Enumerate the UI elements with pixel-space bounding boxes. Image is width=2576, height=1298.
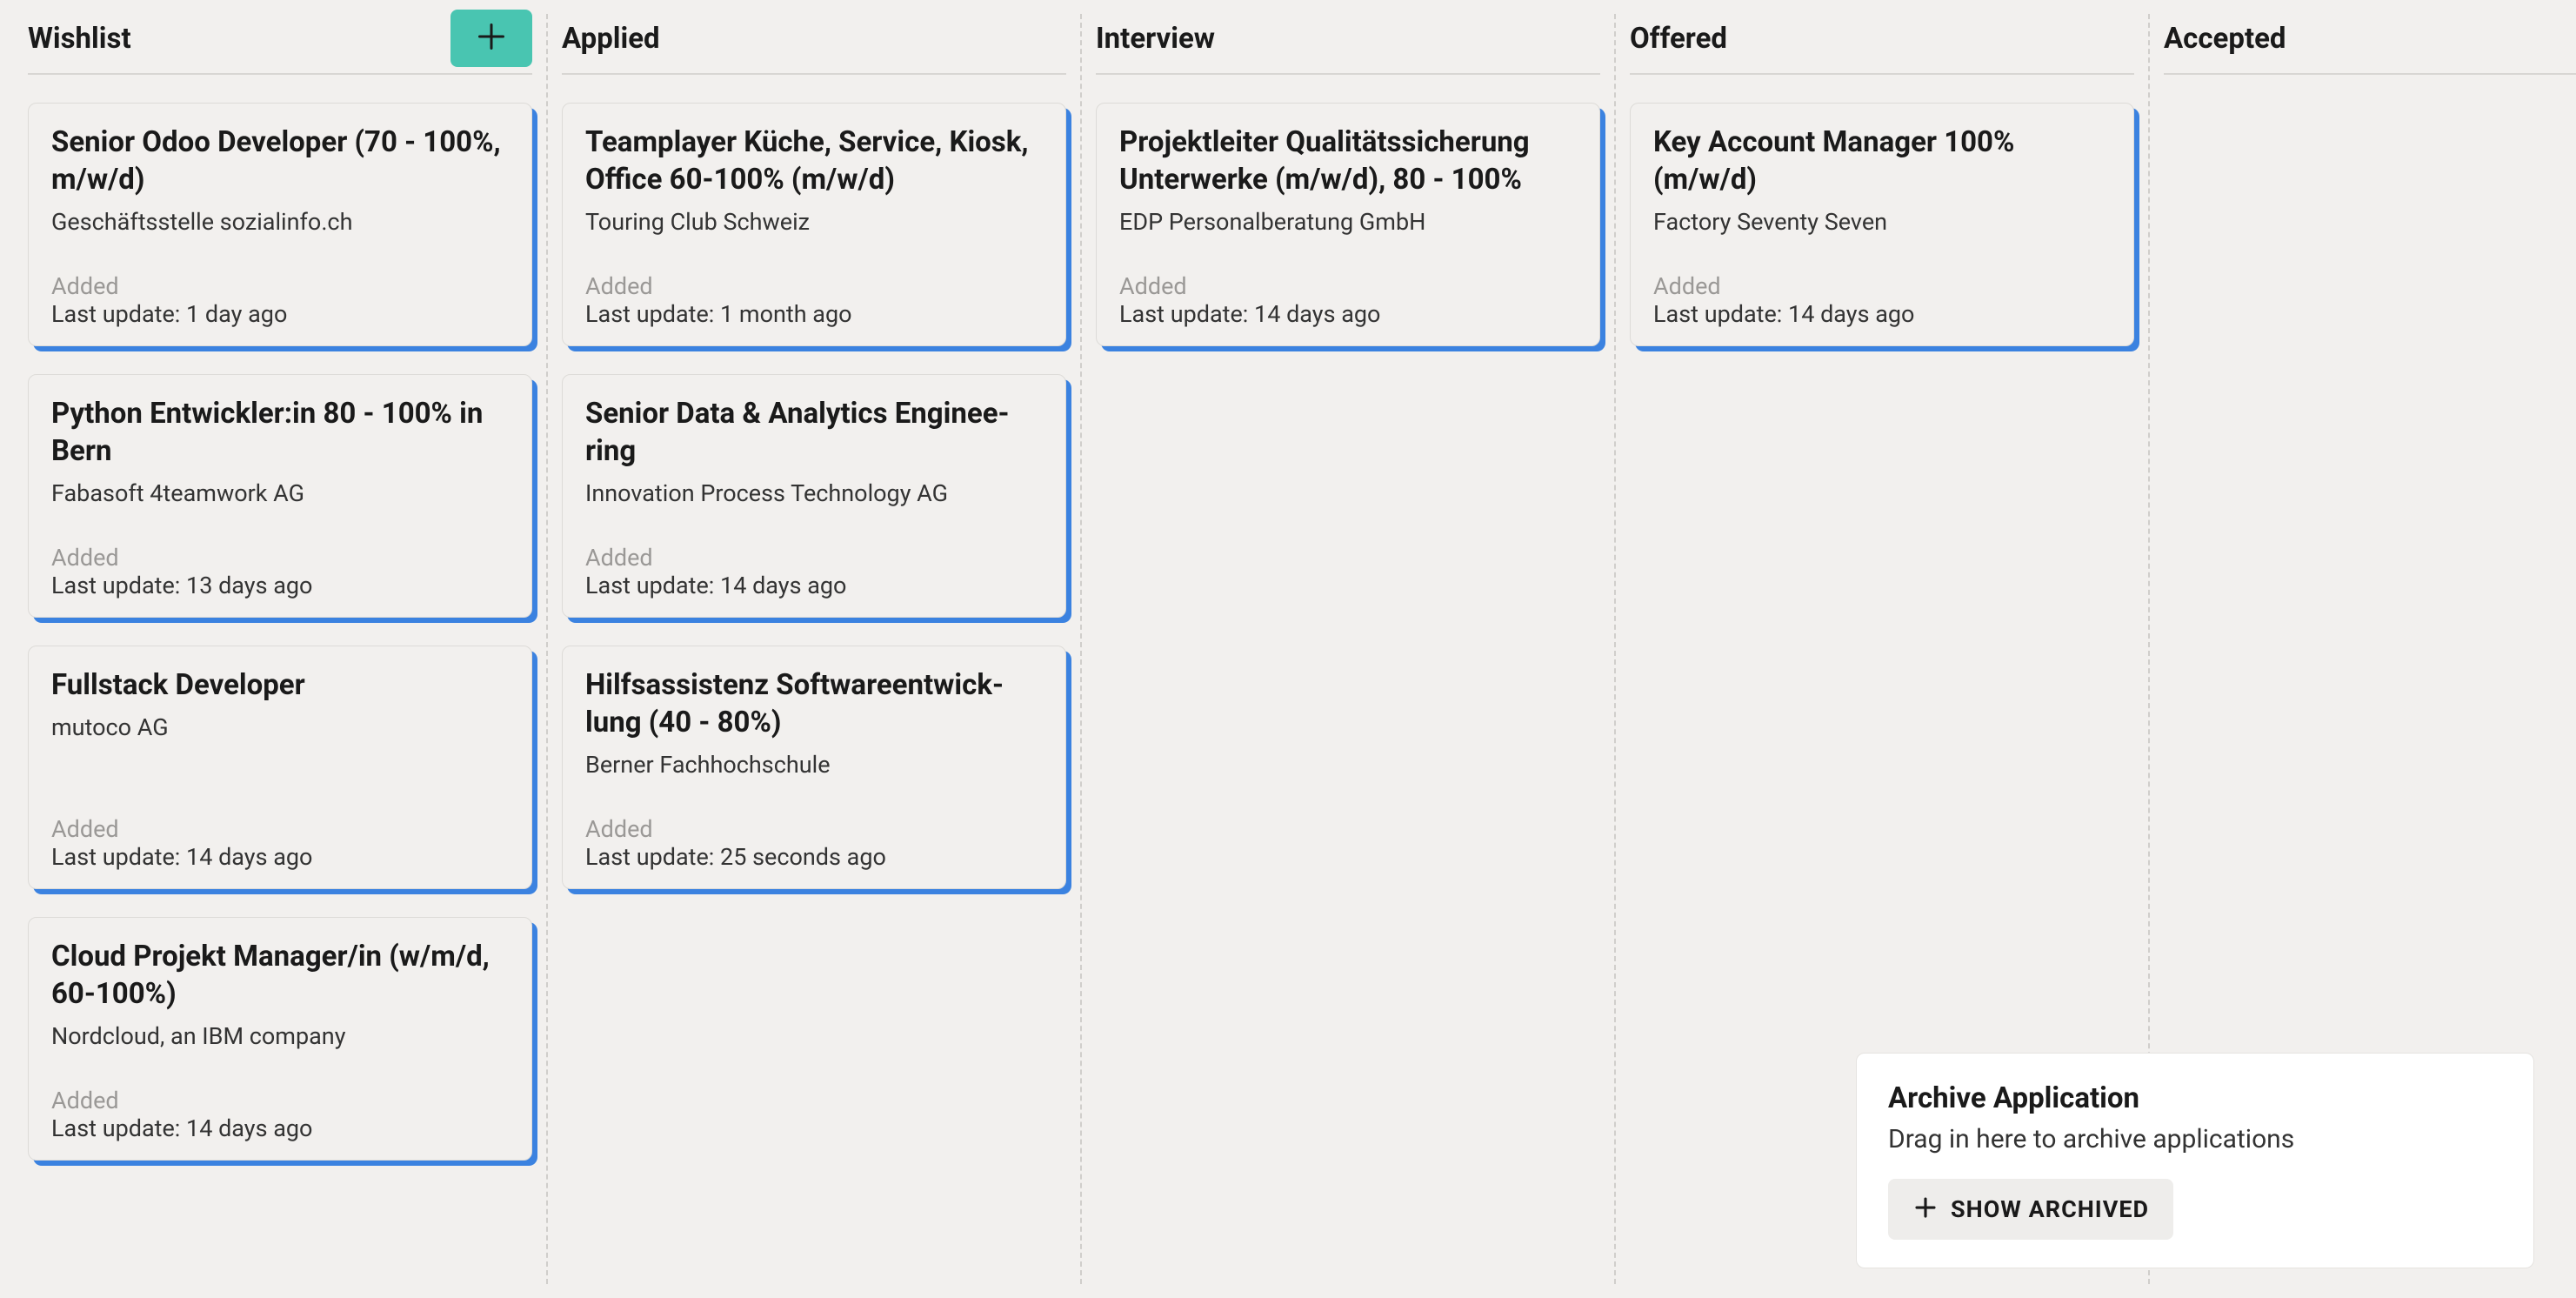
- card-top: Senior Data & Analytics Enginee­ring Inno…: [585, 396, 1043, 507]
- archive-title: Archive Application: [1888, 1081, 2502, 1115]
- card-bottom: AddedLast update: 13 days ago: [51, 544, 509, 599]
- card-bottom: AddedLast update: 1 month ago: [585, 272, 1043, 328]
- card-added-label: Added: [1119, 272, 1577, 300]
- card-title: Python Entwickler:in 80 - 100% in Bern: [51, 396, 509, 471]
- archive-dropzone[interactable]: Archive Application Drag in here to arch…: [1856, 1053, 2534, 1268]
- card-title: Teamplayer Küche, Service, Ki­osk, Offic…: [585, 124, 1043, 199]
- job-card[interactable]: Fullstack Developer mutoco AG AddedLast up…: [28, 646, 532, 889]
- card-company: Nordcloud, an IBM company: [51, 1022, 509, 1050]
- card-bottom: AddedLast update: 14 days ago: [51, 1087, 509, 1142]
- card-bottom: AddedLast update: 1 day ago: [51, 272, 509, 328]
- card-top: Fullstack Developer mutoco AG: [51, 667, 509, 741]
- card-added-label: Added: [585, 272, 1043, 300]
- card-bottom: AddedLast update: 14 days ago: [51, 815, 509, 871]
- card-updated-label: Last update: 14 days ago: [585, 572, 1043, 599]
- card-company: Geschäftsstelle sozialinfo.ch: [51, 208, 509, 236]
- card-bottom: AddedLast update: 14 days ago: [1119, 272, 1577, 328]
- card-added-label: Added: [51, 272, 509, 300]
- card-updated-label: Last update: 14 days ago: [1653, 300, 2111, 328]
- card-bottom: AddedLast update: 14 days ago: [585, 544, 1043, 599]
- card-updated-label: Last update: 14 days ago: [51, 1114, 509, 1142]
- card-company: Touring Club Schweiz: [585, 208, 1043, 236]
- plus-icon: [1912, 1194, 1939, 1224]
- column-title: Offered: [1630, 22, 1727, 56]
- card-updated-label: Last update: 25 seconds ago: [585, 843, 1043, 871]
- archive-hint: Drag in here to archive applications: [1888, 1124, 2502, 1154]
- card-updated-label: Last update: 14 days ago: [51, 843, 509, 871]
- card-updated-label: Last update: 14 days ago: [1119, 300, 1577, 328]
- card-updated-label: Last update: 1 month ago: [585, 300, 1043, 328]
- column-header: Accepted: [2164, 14, 2576, 75]
- card-top: Cloud Projekt Manager/in (w/m/d, 60-100%…: [51, 939, 509, 1050]
- card-updated-label: Last update: 13 days ago: [51, 572, 509, 599]
- column-header: Wishlist: [28, 14, 532, 75]
- job-card[interactable]: Senior Odoo Developer (70 - 100%, m/w/d)…: [28, 103, 532, 346]
- card-title: Projektleiter Qualitätssicherung Unterwe…: [1119, 124, 1577, 199]
- job-card[interactable]: Cloud Projekt Manager/in (w/m/d, 60-100%…: [28, 917, 532, 1161]
- card-updated-label: Last update: 1 day ago: [51, 300, 509, 328]
- card-bottom: AddedLast update: 25 seconds ago: [585, 815, 1043, 871]
- card-company: Fabasoft 4teamwork AG: [51, 479, 509, 507]
- column-header: Applied: [562, 14, 1066, 75]
- show-archived-label: SHOW ARCHIVED: [1951, 1195, 2149, 1223]
- column-title: Interview: [1096, 22, 1215, 56]
- card-added-label: Added: [51, 815, 509, 843]
- job-card[interactable]: Hilfsassistenz Softwareentwick­lung (40 …: [562, 646, 1066, 889]
- card-added-label: Added: [585, 815, 1043, 843]
- plus-icon: [476, 21, 507, 56]
- column-wishlist: Wishlist Senior Odoo Developer (70 - 100%…: [14, 14, 548, 1284]
- card-company: Berner Fachhochschule: [585, 751, 1043, 779]
- card-company: Innovation Process Technology AG: [585, 479, 1043, 507]
- column-header: Offered: [1630, 14, 2134, 75]
- column-header: Interview: [1096, 14, 1600, 75]
- card-top: Key Account Manager 100% (m/w/d) Factory …: [1653, 124, 2111, 236]
- show-archived-button[interactable]: SHOW ARCHIVED: [1888, 1179, 2173, 1240]
- cards-list: Projektleiter Qualitätssicherung Unterwe…: [1096, 103, 1600, 346]
- card-added-label: Added: [51, 544, 509, 572]
- job-card[interactable]: Projektleiter Qualitätssicherung Unterwe…: [1096, 103, 1600, 346]
- column-interview: Interview Projektleiter Qualitätssicherun…: [1082, 14, 1616, 1284]
- job-card[interactable]: Senior Data & Analytics Enginee­ring Inno…: [562, 374, 1066, 618]
- card-company: Factory Seventy Seven: [1653, 208, 2111, 236]
- job-card[interactable]: Python Entwickler:in 80 - 100% in Bern Fa…: [28, 374, 532, 618]
- add-card-button[interactable]: [450, 10, 532, 67]
- job-card[interactable]: Teamplayer Küche, Service, Ki­osk, Offic…: [562, 103, 1066, 346]
- card-added-label: Added: [1653, 272, 2111, 300]
- job-card[interactable]: Key Account Manager 100% (m/w/d) Factory …: [1630, 103, 2134, 346]
- column-applied: Applied Teamplayer Küche, Service, Ki­osk…: [548, 14, 1082, 1284]
- cards-list: Key Account Manager 100% (m/w/d) Factory …: [1630, 103, 2134, 346]
- card-title: Fullstack Developer: [51, 667, 509, 705]
- column-title: Applied: [562, 22, 660, 56]
- card-added-label: Added: [51, 1087, 509, 1114]
- cards-list: Teamplayer Küche, Service, Ki­osk, Offic…: [562, 103, 1066, 889]
- card-top: Teamplayer Küche, Service, Ki­osk, Offic…: [585, 124, 1043, 236]
- card-added-label: Added: [585, 544, 1043, 572]
- card-company: mutoco AG: [51, 713, 509, 741]
- column-title: Wishlist: [28, 22, 131, 56]
- card-top: Projektleiter Qualitätssicherung Unterwe…: [1119, 124, 1577, 236]
- card-top: Python Entwickler:in 80 - 100% in Bern Fa…: [51, 396, 509, 507]
- cards-list: Senior Odoo Developer (70 - 100%, m/w/d)…: [28, 103, 532, 1161]
- card-company: EDP Personalberatung GmbH: [1119, 208, 1577, 236]
- card-title: Cloud Projekt Manager/in (w/m/d, 60-100%…: [51, 939, 509, 1014]
- card-title: Key Account Manager 100% (m/w/d): [1653, 124, 2111, 199]
- card-title: Senior Odoo Developer (70 - 100%, m/w/d): [51, 124, 509, 199]
- column-title: Accepted: [2164, 22, 2286, 56]
- card-title: Senior Data & Analytics Enginee­ring: [585, 396, 1043, 471]
- card-title: Hilfsassistenz Softwareentwick­lung (40 …: [585, 667, 1043, 742]
- card-bottom: AddedLast update: 14 days ago: [1653, 272, 2111, 328]
- card-top: Senior Odoo Developer (70 - 100%, m/w/d)…: [51, 124, 509, 236]
- card-top: Hilfsassistenz Softwareentwick­lung (40 …: [585, 667, 1043, 779]
